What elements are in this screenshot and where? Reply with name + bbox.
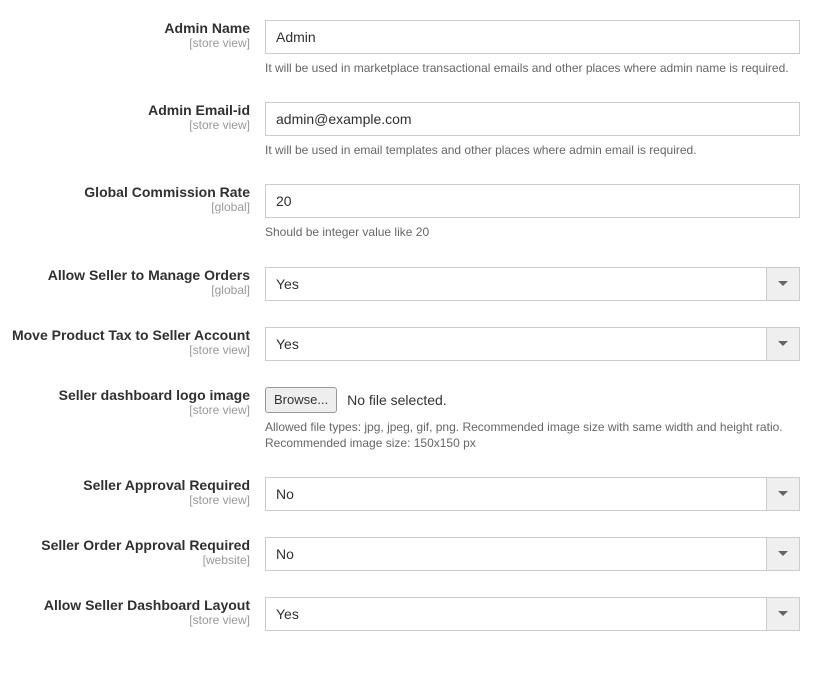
- label-dashboard-layout: Allow Seller Dashboard Layout store view: [10, 597, 265, 631]
- control-admin-name: It will be used in marketplace transacti…: [265, 20, 800, 76]
- label-seller-approval: Seller Approval Required store view: [10, 477, 265, 511]
- caret-down-icon: [778, 341, 788, 346]
- dropdown-button[interactable]: [766, 537, 800, 571]
- control-dashboard-layout: Yes: [265, 597, 800, 631]
- control-manage-orders: Yes: [265, 267, 800, 301]
- label-text: Seller Approval Required: [83, 477, 250, 493]
- field-seller-logo: Seller dashboard logo image store view B…: [10, 387, 805, 451]
- scope-label: store view: [10, 493, 250, 507]
- caret-down-icon: [778, 491, 788, 496]
- help-admin-email: It will be used in email templates and o…: [265, 142, 800, 158]
- file-status-text: No file selected.: [347, 392, 447, 408]
- seller-approval-select[interactable]: No: [265, 477, 800, 511]
- dropdown-button[interactable]: [766, 327, 800, 361]
- order-approval-select[interactable]: No: [265, 537, 800, 571]
- field-dashboard-layout: Allow Seller Dashboard Layout store view…: [10, 597, 805, 631]
- dropdown-button[interactable]: [766, 477, 800, 511]
- scope-label: store view: [10, 403, 250, 417]
- label-manage-orders: Allow Seller to Manage Orders global: [10, 267, 265, 301]
- select-value: Yes: [265, 327, 800, 361]
- caret-down-icon: [778, 611, 788, 616]
- field-admin-email: Admin Email-id store view It will be use…: [10, 102, 805, 158]
- move-tax-select[interactable]: Yes: [265, 327, 800, 361]
- label-text: Global Commission Rate: [84, 184, 250, 200]
- scope-label: store view: [10, 613, 250, 627]
- label-admin-name: Admin Name store view: [10, 20, 265, 76]
- help-admin-name: It will be used in marketplace transacti…: [265, 60, 800, 76]
- admin-name-input[interactable]: [265, 20, 800, 54]
- manage-orders-select[interactable]: Yes: [265, 267, 800, 301]
- scope-label: global: [10, 283, 250, 297]
- label-move-tax: Move Product Tax to Seller Account store…: [10, 327, 265, 361]
- scope-label: store view: [10, 118, 250, 132]
- label-admin-email: Admin Email-id store view: [10, 102, 265, 158]
- scope-label: global: [10, 200, 250, 214]
- label-order-approval: Seller Order Approval Required website: [10, 537, 265, 571]
- label-text: Move Product Tax to Seller Account: [12, 327, 250, 343]
- field-commission-rate: Global Commission Rate global Should be …: [10, 184, 805, 240]
- label-commission: Global Commission Rate global: [10, 184, 265, 240]
- field-allow-manage-orders: Allow Seller to Manage Orders global Yes: [10, 267, 805, 301]
- select-value: Yes: [265, 597, 800, 631]
- scope-label: website: [10, 553, 250, 567]
- control-commission: Should be integer value like 20: [265, 184, 800, 240]
- dashboard-layout-select[interactable]: Yes: [265, 597, 800, 631]
- label-text: Seller Order Approval Required: [41, 537, 250, 553]
- select-value: No: [265, 477, 800, 511]
- admin-email-input[interactable]: [265, 102, 800, 136]
- scope-label: store view: [10, 36, 250, 50]
- select-value: Yes: [265, 267, 800, 301]
- scope-label: store view: [10, 343, 250, 357]
- control-order-approval: No: [265, 537, 800, 571]
- label-text: Admin Email-id: [148, 102, 250, 118]
- field-seller-approval: Seller Approval Required store view No: [10, 477, 805, 511]
- label-text: Admin Name: [164, 20, 250, 36]
- control-seller-approval: No: [265, 477, 800, 511]
- select-value: No: [265, 537, 800, 571]
- commission-input[interactable]: [265, 184, 800, 218]
- dropdown-button[interactable]: [766, 597, 800, 631]
- label-text: Allow Seller to Manage Orders: [48, 267, 250, 283]
- field-admin-name: Admin Name store view It will be used in…: [10, 20, 805, 76]
- help-seller-logo: Allowed file types: jpg, jpeg, gif, png.…: [265, 419, 800, 451]
- control-admin-email: It will be used in email templates and o…: [265, 102, 800, 158]
- help-commission: Should be integer value like 20: [265, 224, 800, 240]
- control-seller-logo: Browse... No file selected. Allowed file…: [265, 387, 800, 451]
- label-text: Allow Seller Dashboard Layout: [44, 597, 250, 613]
- label-seller-logo: Seller dashboard logo image store view: [10, 387, 265, 451]
- browse-button[interactable]: Browse...: [265, 387, 337, 413]
- control-move-tax: Yes: [265, 327, 800, 361]
- field-move-tax: Move Product Tax to Seller Account store…: [10, 327, 805, 361]
- label-text: Seller dashboard logo image: [59, 387, 250, 403]
- dropdown-button[interactable]: [766, 267, 800, 301]
- field-order-approval: Seller Order Approval Required website N…: [10, 537, 805, 571]
- caret-down-icon: [778, 551, 788, 556]
- caret-down-icon: [778, 281, 788, 286]
